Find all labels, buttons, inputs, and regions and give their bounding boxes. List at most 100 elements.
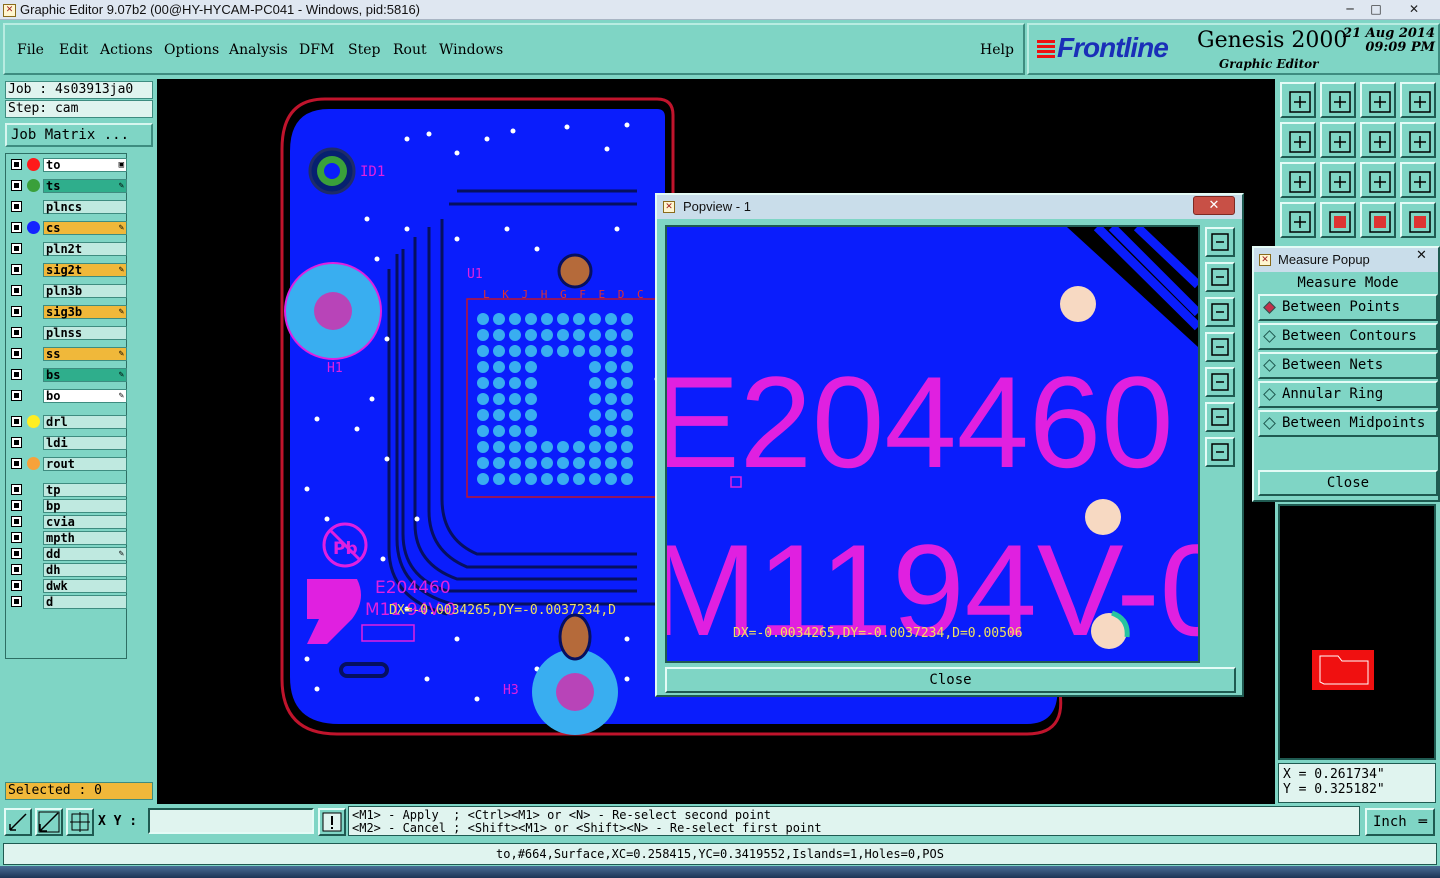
layer-checkbox[interactable] [11,159,22,170]
layer-row[interactable]: ldi [9,436,127,450]
layer-name[interactable]: bs ✎ [43,368,127,382]
left-icon[interactable] [1205,332,1235,362]
layer-checkbox[interactable] [11,458,22,469]
layer-name[interactable]: cvia [43,515,127,529]
layer-checkbox[interactable] [11,484,22,495]
layers-icon[interactable] [1360,202,1396,238]
xy-input[interactable] [148,808,314,834]
download-icon[interactable] [1320,82,1356,118]
measure-option[interactable]: Between Nets [1258,352,1438,379]
layer-checkbox[interactable] [11,201,22,212]
menu-windows[interactable]: Windows [439,42,503,58]
layer-row[interactable]: drl [9,415,127,429]
right-icon[interactable] [1205,367,1235,397]
layer-checkbox[interactable] [11,564,22,575]
menu-rout[interactable]: Rout [393,42,427,58]
layer-checkbox[interactable] [11,500,22,511]
minimize-button[interactable]: ─ [1336,0,1364,18]
layer-row[interactable]: sig2t ✎ [9,263,127,277]
layer-checkbox[interactable] [11,390,22,401]
layer-row[interactable]: bs ✎ [9,368,127,382]
up-icon[interactable] [1205,262,1235,292]
unit-selector[interactable]: Inch ═ [1365,808,1435,836]
layer-row[interactable]: dh [9,563,127,577]
fit-icon[interactable] [1205,437,1235,467]
layer-checkbox[interactable] [11,580,22,591]
layer-name[interactable]: dh [43,563,127,577]
layer-checkbox[interactable] [11,369,22,380]
layer-row[interactable]: bo ✎ [9,389,127,403]
layer-row[interactable]: to ▣ [9,158,127,172]
filter-icon[interactable] [1280,202,1316,238]
measure-close-x[interactable]: ✕ [1416,248,1427,263]
popview-canvas[interactable]: E204460 M1194V-0 DX=-0.0034265,DY=-0.003… [665,225,1200,663]
layer-name[interactable]: dwk [43,579,127,593]
measure-option[interactable]: Between Points [1258,294,1438,321]
window-icon[interactable] [1400,82,1436,118]
close-window-button[interactable]: ✕ [1400,0,1428,18]
scale-icon[interactable] [1360,162,1396,198]
measure-option[interactable]: Annular Ring [1258,381,1438,408]
overview-map[interactable] [1278,504,1436,760]
snap-layers-icon[interactable] [1400,202,1436,238]
sigma-icon[interactable] [1400,122,1436,158]
alert-icon[interactable] [318,808,346,836]
layer-name[interactable]: sig2t ✎ [43,263,127,277]
crosshair-icon[interactable] [66,808,94,836]
layer-name[interactable]: to ▣ [43,158,127,172]
layer-row[interactable]: dd ✎ [9,547,127,561]
layer-row[interactable]: pln3b [9,284,127,298]
menu-dfm[interactable]: DFM [299,42,334,58]
down-icon[interactable] [1205,297,1235,327]
layer-name[interactable]: sig3b ✎ [43,305,127,319]
layer-name[interactable]: cs ✎ [43,221,127,235]
zoom-out-icon[interactable] [1205,402,1235,432]
measure-icon[interactable] [1320,202,1356,238]
layer-row[interactable]: tp [9,483,127,497]
layer-name[interactable]: pln3b [43,284,127,298]
layer-row[interactable]: dwk [9,579,127,593]
layer-row[interactable]: rout [9,457,127,471]
fit-icon[interactable] [1280,162,1316,198]
job-matrix-button[interactable]: Job Matrix ... [5,123,153,147]
layer-name[interactable]: bp [43,499,127,513]
layer-name[interactable]: pln2t [43,242,127,256]
menu-actions[interactable]: Actions [100,42,153,58]
layer-name[interactable]: dd ✎ [43,547,127,561]
menu-options[interactable]: Options [164,42,219,58]
upload-icon[interactable] [1280,82,1316,118]
layer-name[interactable]: tp [43,483,127,497]
layer-checkbox[interactable] [11,243,22,254]
layer-row[interactable]: ts ✎ [9,179,127,193]
flip-icon[interactable] [1360,122,1396,158]
layer-name[interactable]: rout [43,457,127,471]
layer-name[interactable]: ss ✎ [43,347,127,361]
menu-help[interactable]: Help [980,42,1014,58]
home-icon[interactable] [1360,82,1396,118]
layer-row[interactable]: plnss [9,326,127,340]
menu-step[interactable]: Step [348,42,380,58]
popview-close-x[interactable]: ✕ [1193,196,1235,215]
zoom-fit-icon[interactable] [1320,162,1356,198]
layer-checkbox[interactable] [11,306,22,317]
menu-file[interactable]: File [17,42,44,58]
layer-row[interactable]: bp [9,499,127,513]
layer-checkbox[interactable] [11,516,22,527]
menu-analysis[interactable]: Analysis [229,42,288,58]
layer-name[interactable]: bo ✎ [43,389,127,403]
snap-icon[interactable] [4,808,32,836]
layer-checkbox[interactable] [11,222,22,233]
grid-snap-icon[interactable] [35,808,63,836]
layer-row[interactable]: pln2t [9,242,127,256]
layer-checkbox[interactable] [11,416,22,427]
layer-name[interactable]: plnss [43,326,127,340]
layer-checkbox[interactable] [11,285,22,296]
layer-checkbox[interactable] [11,180,22,191]
layer-name[interactable]: plncs [43,200,127,214]
layer-row[interactable]: d [9,595,127,609]
help-icon[interactable] [1400,162,1436,198]
layer-checkbox[interactable] [11,264,22,275]
layer-name[interactable]: d [43,595,127,609]
move-left-icon[interactable] [1280,122,1316,158]
layer-name[interactable]: ldi [43,436,127,450]
